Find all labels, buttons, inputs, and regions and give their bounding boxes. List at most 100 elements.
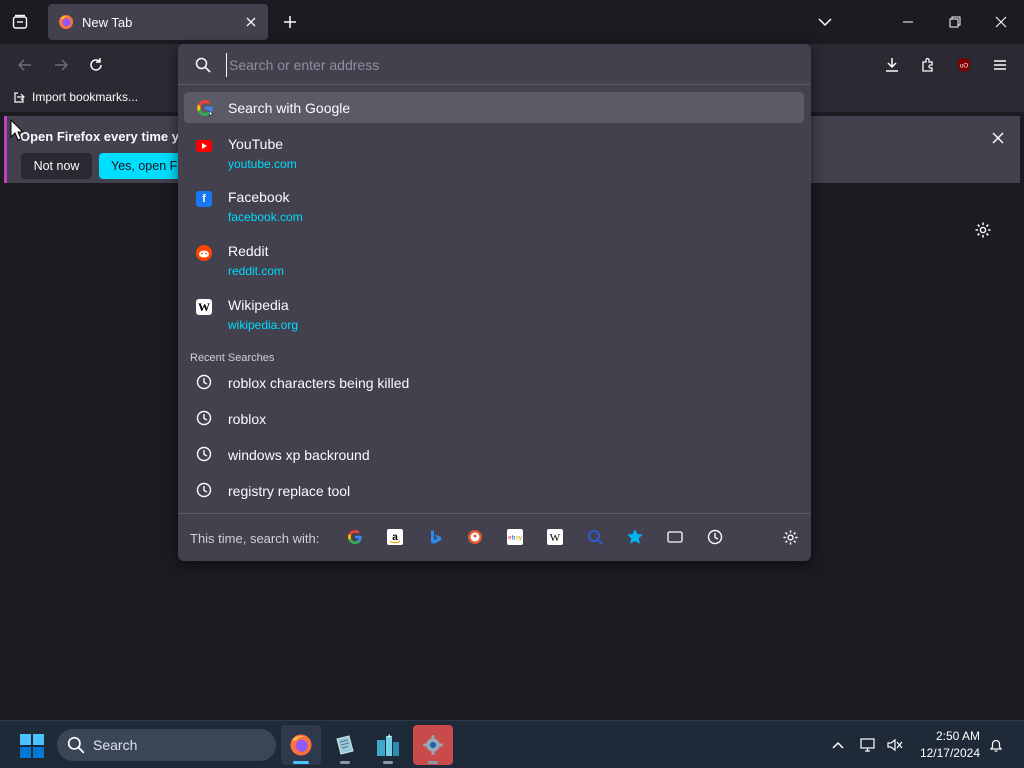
import-bookmarks-button[interactable]: Import bookmarks... [12, 90, 138, 104]
not-now-button[interactable]: Not now [21, 153, 92, 179]
running-indicator [428, 761, 438, 764]
search-bookmarks-button[interactable] [626, 528, 644, 546]
top-site-youtube[interactable]: YouTube youtube.com [184, 136, 804, 186]
tab-close-button[interactable] [242, 13, 260, 31]
engine-ebay-button[interactable]: ebay [506, 528, 524, 546]
history-clock-icon [196, 410, 212, 426]
downloads-button[interactable] [879, 52, 905, 78]
google-icon [197, 100, 214, 117]
taskbar-app-game[interactable] [368, 725, 408, 765]
active-indicator [293, 761, 309, 764]
search-tabs-button[interactable] [666, 528, 684, 546]
search-with-google-suggestion[interactable]: Search with Google [184, 92, 804, 123]
urlbar [178, 44, 811, 85]
taskbar-date[interactable]: 12/17/2024 [920, 746, 980, 760]
svg-text:W: W [550, 532, 561, 544]
engine-duckduckgo-button[interactable] [466, 528, 484, 546]
engine-google-button[interactable] [346, 528, 364, 546]
new-tab-button[interactable] [278, 10, 302, 34]
site-name: YouTube [228, 136, 284, 152]
taskbar-search-label: Search [93, 737, 138, 753]
notifications-button[interactable] [986, 735, 1006, 755]
top-site-facebook[interactable]: f Facebook facebook.com [184, 189, 804, 239]
minimize-button[interactable] [893, 8, 923, 36]
site-name: Reddit [228, 243, 269, 259]
taskbar-search-box[interactable]: Search [57, 729, 276, 761]
one-off-search-bar: This time, search with: a ebay W [178, 513, 811, 561]
taskbar-firefox[interactable] [281, 725, 321, 765]
app-icon [377, 734, 399, 756]
top-site-reddit[interactable]: Reddit reddit.com [184, 243, 804, 293]
recent-search-text: registry replace tool [228, 483, 351, 499]
history-clock-icon [196, 482, 212, 498]
show-hidden-icons-button[interactable] [828, 735, 848, 755]
plus-icon [284, 16, 296, 28]
chevron-down-icon [818, 18, 832, 27]
tab-strip: New Tab [0, 0, 1024, 44]
network-status-button[interactable] [859, 735, 879, 755]
engine-amazon-button[interactable]: a [386, 528, 404, 546]
running-indicator [340, 761, 350, 764]
urlbar-input[interactable] [226, 53, 786, 77]
taskbar-time[interactable]: 2:50 AM [936, 729, 980, 743]
history-clock-icon [707, 529, 723, 545]
search-history-button[interactable] [706, 528, 724, 546]
bing-icon [431, 530, 441, 544]
network-icon [860, 738, 875, 752]
recent-search-item[interactable]: registry replace tool [184, 476, 804, 506]
import-icon [14, 92, 25, 103]
svg-text:ebay: ebay [508, 535, 523, 542]
ublock-icon: uO [958, 58, 970, 72]
firefox-icon [290, 734, 312, 756]
reload-button[interactable] [83, 52, 109, 78]
firefox-view-icon [12, 14, 28, 29]
reddit-icon [196, 245, 212, 261]
restore-button[interactable] [940, 8, 970, 36]
ublock-origin-button[interactable]: uO [951, 52, 977, 78]
volume-button[interactable] [885, 735, 905, 755]
google-icon [348, 529, 362, 545]
menu-button[interactable] [987, 52, 1013, 78]
hamburger-icon [994, 60, 1006, 70]
firefox-view-button[interactable] [6, 8, 34, 36]
recent-search-item[interactable]: roblox [184, 404, 804, 434]
engine-wikipedia-button[interactable]: W [546, 528, 564, 546]
bell-icon [989, 739, 1003, 752]
ebay-icon: ebay [507, 529, 523, 545]
close-icon [246, 17, 256, 27]
notification-close-button[interactable] [986, 126, 1010, 150]
list-all-tabs-button[interactable] [812, 10, 838, 34]
taskbar-app-notepad[interactable] [325, 725, 365, 765]
recent-search-text: roblox [228, 411, 267, 427]
forward-button[interactable] [48, 52, 74, 78]
back-arrow-icon [17, 59, 31, 71]
back-button[interactable] [12, 52, 38, 78]
search-icon [194, 56, 212, 74]
facebook-icon: f [196, 191, 212, 207]
one-off-label: This time, search with: [190, 531, 320, 546]
svg-text:a: a [392, 532, 398, 543]
windows-taskbar: Search 2:50 AM 12/17/2024 [0, 720, 1024, 768]
site-name: Facebook [228, 189, 290, 205]
recent-search-text: roblox characters being killed [228, 375, 410, 391]
search-settings-button[interactable] [781, 528, 799, 546]
top-site-wikipedia[interactable]: W Wikipedia wikipedia.org [184, 297, 804, 347]
engine-search-button[interactable] [586, 528, 604, 546]
tab-new-tab[interactable]: New Tab [48, 4, 268, 40]
close-window-button[interactable] [986, 8, 1016, 36]
recent-search-text: windows xp backround [228, 447, 370, 463]
customize-new-tab-button[interactable] [972, 219, 994, 241]
windows-start-icon[interactable] [20, 734, 44, 758]
running-indicator [383, 761, 393, 764]
close-icon [992, 132, 1004, 144]
youtube-icon [196, 138, 212, 154]
recent-search-item[interactable]: windows xp backround [184, 440, 804, 470]
google-suggestion-label: Search with Google [228, 100, 351, 116]
taskbar-app-settings[interactable] [413, 725, 453, 765]
duckduckgo-icon [468, 530, 482, 544]
speaker-muted-icon [887, 738, 903, 752]
extensions-button[interactable] [915, 52, 941, 78]
recent-search-item[interactable]: roblox characters being killed [184, 368, 804, 398]
minimize-icon [903, 21, 913, 23]
engine-bing-button[interactable] [426, 528, 444, 546]
